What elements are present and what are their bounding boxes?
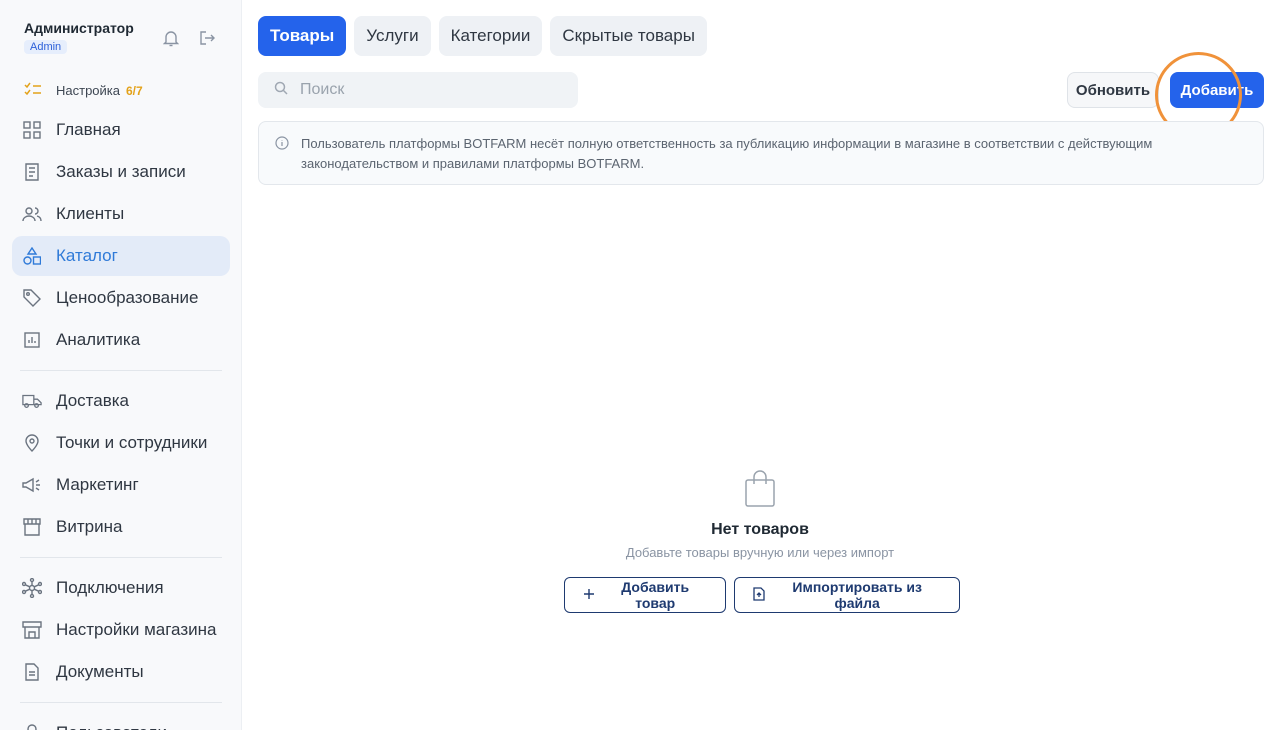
setup-label: Настройка <box>56 83 120 98</box>
location-pin-icon <box>22 433 42 453</box>
chart-icon <box>22 330 42 350</box>
info-notice: Пользователь платформы BOTFARM несёт пол… <box>258 121 1264 185</box>
sidebar-item-label: Аналитика <box>56 330 141 349</box>
shopping-bag-icon <box>744 470 776 513</box>
users-icon <box>22 204 42 224</box>
empty-state: Нет товаров Добавьте товары вручную или … <box>560 470 960 613</box>
sidebar-item[interactable]: Настройки магазина <box>12 610 230 650</box>
header-icons <box>162 28 216 48</box>
search-icon <box>274 81 288 100</box>
sidebar-item-label: Пользователи <box>56 723 167 730</box>
sidebar-item[interactable]: Заказы и записи <box>12 152 230 192</box>
sidebar-item[interactable]: Аналитика <box>12 320 230 360</box>
user-icon <box>22 723 42 730</box>
sidebar-item-label: Клиенты <box>56 204 125 223</box>
checklist-icon <box>24 82 44 99</box>
tab[interactable]: Категории <box>438 16 543 56</box>
sidebar-item[interactable]: Пользователи <box>12 713 230 730</box>
add-product-button[interactable]: Добавить товар <box>564 577 727 613</box>
bell-icon[interactable] <box>162 28 180 48</box>
sidebar-nav: Главная Заказы и записи Клиенты Каталог Цено… <box>12 110 230 730</box>
sidebar-item-label: Настройки магазина <box>56 620 217 639</box>
sidebar-item[interactable]: Клиенты <box>12 194 230 234</box>
sidebar-item-label: Заказы и записи <box>56 162 186 181</box>
sidebar-item[interactable]: Витрина <box>12 507 230 547</box>
sidebar-item[interactable]: Подключения <box>12 568 230 608</box>
nav-divider <box>20 702 222 703</box>
tab[interactable]: Скрытые товары <box>550 16 707 56</box>
sidebar-item-label: Доставка <box>56 391 130 410</box>
tab[interactable]: Услуги <box>354 16 431 56</box>
plus-icon <box>583 587 595 603</box>
add-product-label: Добавить товар <box>621 579 690 611</box>
logout-icon[interactable] <box>198 28 216 48</box>
search-box[interactable] <box>258 72 578 108</box>
sidebar-item-label: Документы <box>56 662 144 681</box>
catalog-tabs: Товары Услуги Категории Скрытые товары <box>258 16 707 56</box>
truck-icon <box>22 391 42 411</box>
user-block: Администратор Admin <box>24 20 134 55</box>
import-file-label: Импортировать из файла <box>792 579 922 611</box>
sidebar: Администратор Admin Настройка 6/7 Главна… <box>0 0 242 730</box>
sidebar-item[interactable]: Маркетинг <box>12 465 230 505</box>
sidebar-item-label: Главная <box>56 120 121 139</box>
shop-settings-icon <box>22 620 42 640</box>
file-import-icon <box>753 586 766 604</box>
sidebar-item-label: Каталог <box>56 246 118 265</box>
sidebar-item-label: Точки и сотрудники <box>56 433 208 452</box>
tag-icon <box>22 288 42 308</box>
empty-title: Нет товаров <box>711 521 809 538</box>
setup-count: 6/7 <box>126 83 143 98</box>
empty-subtitle: Добавьте товары вручную или через импорт <box>625 545 895 560</box>
import-file-button[interactable]: Импортировать из файла <box>734 577 960 613</box>
search-input[interactable] <box>300 81 540 99</box>
document-icon <box>22 662 42 682</box>
network-icon <box>22 578 42 598</box>
sidebar-item[interactable]: Главная <box>12 110 230 150</box>
megaphone-icon <box>22 475 42 495</box>
receipt-icon <box>22 162 42 182</box>
sidebar-item-label: Витрина <box>56 517 123 536</box>
shapes-icon <box>22 246 42 266</box>
add-button[interactable]: Добавить <box>1170 72 1264 108</box>
user-name: Администратор <box>24 20 134 36</box>
sidebar-item[interactable]: Документы <box>12 652 230 692</box>
sidebar-item[interactable]: Доставка <box>12 381 230 421</box>
refresh-button[interactable]: Обновить <box>1067 72 1159 108</box>
nav-divider <box>20 557 222 558</box>
sidebar-item[interactable]: Ценообразование <box>12 278 230 318</box>
sidebar-item[interactable]: Каталог <box>12 236 230 276</box>
role-badge: Admin <box>24 40 68 54</box>
empty-actions: Добавить товар Импортировать из файла <box>564 577 960 613</box>
info-icon <box>275 136 289 156</box>
sidebar-item[interactable]: Точки и сотрудники <box>12 423 230 463</box>
sidebar-item-label: Ценообразование <box>56 288 199 307</box>
notice-text: Пользователь платформы BOTFARM несёт пол… <box>301 136 1153 171</box>
nav-divider <box>20 370 222 371</box>
storefront-icon <box>22 517 42 537</box>
tab[interactable]: Товары <box>258 16 347 56</box>
setup-progress[interactable]: Настройка 6/7 <box>24 82 143 99</box>
sidebar-item-label: Подключения <box>56 578 164 597</box>
sidebar-item-label: Маркетинг <box>56 475 139 494</box>
grid-icon <box>22 120 42 140</box>
